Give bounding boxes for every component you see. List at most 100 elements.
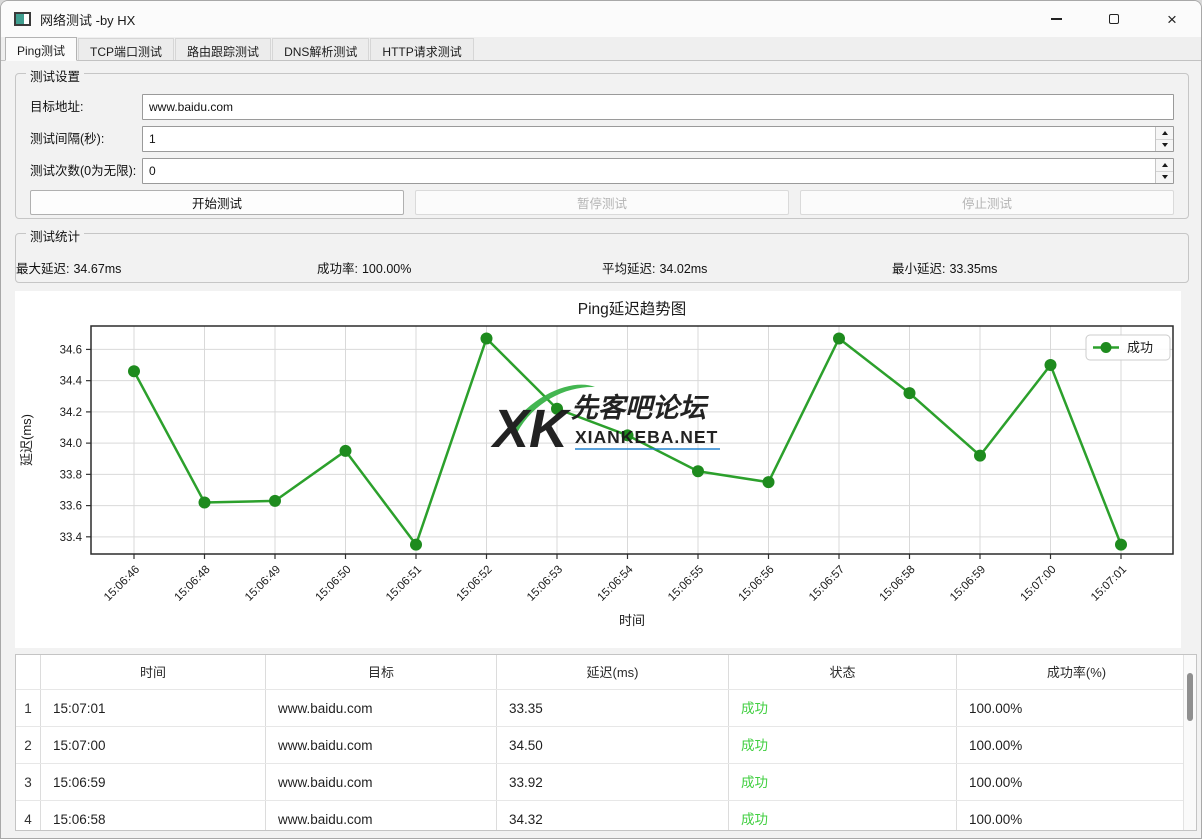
svg-text:先客吧论坛: 先客吧论坛 — [571, 393, 709, 423]
maximize-button[interactable] — [1085, 1, 1143, 37]
svg-text:34.6: 34.6 — [60, 344, 82, 356]
table-cell: 34.32 — [497, 801, 729, 831]
stop-test-button[interactable]: 停止测试 — [800, 190, 1174, 215]
svg-text:15:06:50: 15:06:50 — [313, 564, 353, 604]
table-scrollbar-thumb[interactable] — [1187, 673, 1193, 721]
ping-latency-chart: 33.433.633.834.034.234.434.615:06:4615:0… — [15, 291, 1181, 648]
column-header: 延迟(ms) — [497, 655, 729, 689]
svg-text:XK: XK — [490, 399, 572, 459]
interval-spinner — [1155, 127, 1173, 151]
spin-down-icon — [1162, 175, 1168, 179]
svg-text:15:06:59: 15:06:59 — [948, 564, 988, 604]
tab-1[interactable]: Ping测试 — [5, 37, 77, 61]
table-cell: 34.50 — [497, 727, 729, 763]
svg-text:15:06:51: 15:06:51 — [384, 564, 424, 604]
column-header: 目标 — [266, 655, 497, 689]
svg-text:33.4: 33.4 — [60, 532, 83, 544]
minimize-button[interactable] — [1027, 1, 1085, 37]
svg-text:15:06:53: 15:06:53 — [525, 564, 565, 604]
tab-4[interactable]: DNS解析测试 — [272, 38, 369, 60]
stat-success-rate: 成功率:100.00% — [317, 258, 411, 277]
interval-spin-up-button[interactable] — [1156, 127, 1173, 140]
svg-text:15:06:46: 15:06:46 — [102, 564, 142, 604]
table-cell: 2 — [16, 727, 41, 763]
watermark: XK先客吧论坛XIANKEBA.NET — [490, 385, 720, 459]
table-cell: 成功 — [729, 801, 957, 831]
table-cell: 100.00% — [957, 690, 1196, 726]
target-address-label: 目标地址: — [30, 94, 83, 120]
count-spinner — [1155, 159, 1173, 183]
table-cell: 33.92 — [497, 764, 729, 800]
count-spin-down-button[interactable] — [1156, 172, 1173, 184]
table-cell: 15:06:59 — [41, 764, 266, 800]
svg-text:15:06:57: 15:06:57 — [807, 564, 847, 604]
table-cell: 33.35 — [497, 690, 729, 726]
table-cell: 成功 — [729, 764, 957, 800]
svg-text:15:06:48: 15:06:48 — [172, 564, 212, 604]
svg-text:15:06:58: 15:06:58 — [877, 564, 917, 604]
spin-down-icon — [1162, 143, 1168, 147]
table-row[interactable]: 115:07:01www.baidu.com33.35成功100.00% — [16, 690, 1196, 727]
count-spin-up-button[interactable] — [1156, 159, 1173, 172]
table-cell: 成功 — [729, 690, 957, 726]
settings-group: 测试设置 目标地址: 测试间隔(秒): 测试次数(0为无限): 开始测试暂停测试… — [15, 73, 1189, 219]
row-number-header — [16, 655, 41, 689]
title-bar: 网络测试 -by HX × — [1, 1, 1201, 37]
spin-up-icon — [1162, 163, 1168, 167]
tab-3[interactable]: 路由跟踪测试 — [175, 38, 271, 60]
table-cell: www.baidu.com — [266, 727, 497, 763]
stat-avg-latency: 平均延迟:34.02ms — [602, 258, 707, 277]
app-window: 网络测试 -by HX × Ping测试TCP端口测试路由跟踪测试DNS解析测试… — [0, 0, 1202, 839]
app-icon — [14, 12, 31, 26]
stat-max-latency: 最大延迟:34.67ms — [16, 258, 121, 277]
table-cell: www.baidu.com — [266, 764, 497, 800]
count-label: 测试次数(0为无限): — [30, 158, 136, 184]
svg-text:15:06:49: 15:06:49 — [243, 564, 283, 604]
interval-spin-down-button[interactable] — [1156, 140, 1173, 152]
pause-test-button[interactable]: 暂停测试 — [415, 190, 789, 215]
table-cell: 4 — [16, 801, 41, 831]
start-test-button[interactable]: 开始测试 — [30, 190, 404, 215]
table-row[interactable]: 315:06:59www.baidu.com33.92成功100.00% — [16, 764, 1196, 801]
svg-text:15:06:54: 15:06:54 — [595, 563, 636, 604]
minimize-icon — [1051, 18, 1062, 19]
target-address-input[interactable] — [142, 94, 1174, 120]
count-input[interactable] — [142, 158, 1174, 184]
spin-up-icon — [1162, 131, 1168, 135]
table-cell: www.baidu.com — [266, 801, 497, 831]
table-cell: 15:06:58 — [41, 801, 266, 831]
interval-field — [142, 126, 1174, 152]
interval-input[interactable] — [142, 126, 1174, 152]
svg-text:15:06:52: 15:06:52 — [454, 564, 494, 604]
maximize-icon — [1109, 14, 1119, 24]
close-icon: × — [1167, 11, 1177, 28]
tab-bar: Ping测试TCP端口测试路由跟踪测试DNS解析测试HTTP请求测试 — [1, 37, 1201, 61]
column-header: 成功率(%) — [957, 655, 1196, 689]
svg-text:15:07:00: 15:07:00 — [1018, 564, 1058, 604]
table-cell: 3 — [16, 764, 41, 800]
column-header: 时间 — [41, 655, 266, 689]
table-row[interactable]: 415:06:58www.baidu.com34.32成功100.00% — [16, 801, 1196, 831]
results-table-container: 时间目标延迟(ms)状态成功率(%)115:07:01www.baidu.com… — [15, 654, 1197, 831]
table-scrollbar[interactable] — [1183, 655, 1196, 830]
svg-text:34.4: 34.4 — [60, 376, 83, 388]
tab-2[interactable]: TCP端口测试 — [78, 38, 174, 60]
window-controls: × — [1027, 1, 1201, 37]
close-button[interactable]: × — [1143, 1, 1201, 37]
settings-group-title: 测试设置 — [26, 66, 84, 85]
table-cell: 100.00% — [957, 801, 1196, 831]
table-cell: 100.00% — [957, 764, 1196, 800]
stat-min-latency: 最小延迟:33.35ms — [892, 258, 997, 277]
tab-5[interactable]: HTTP请求测试 — [370, 38, 473, 60]
results-table: 时间目标延迟(ms)状态成功率(%)115:07:01www.baidu.com… — [16, 655, 1196, 831]
table-cell: www.baidu.com — [266, 690, 497, 726]
window-title: 网络测试 -by HX — [40, 10, 135, 29]
table-cell: 1 — [16, 690, 41, 726]
table-header-row: 时间目标延迟(ms)状态成功率(%) — [16, 655, 1196, 690]
svg-text:34.2: 34.2 — [60, 407, 82, 419]
table-cell: 15:07:01 — [41, 690, 266, 726]
svg-text:15:06:55: 15:06:55 — [666, 564, 706, 604]
table-cell: 100.00% — [957, 727, 1196, 763]
count-field — [142, 158, 1174, 184]
table-row[interactable]: 215:07:00www.baidu.com34.50成功100.00% — [16, 727, 1196, 764]
